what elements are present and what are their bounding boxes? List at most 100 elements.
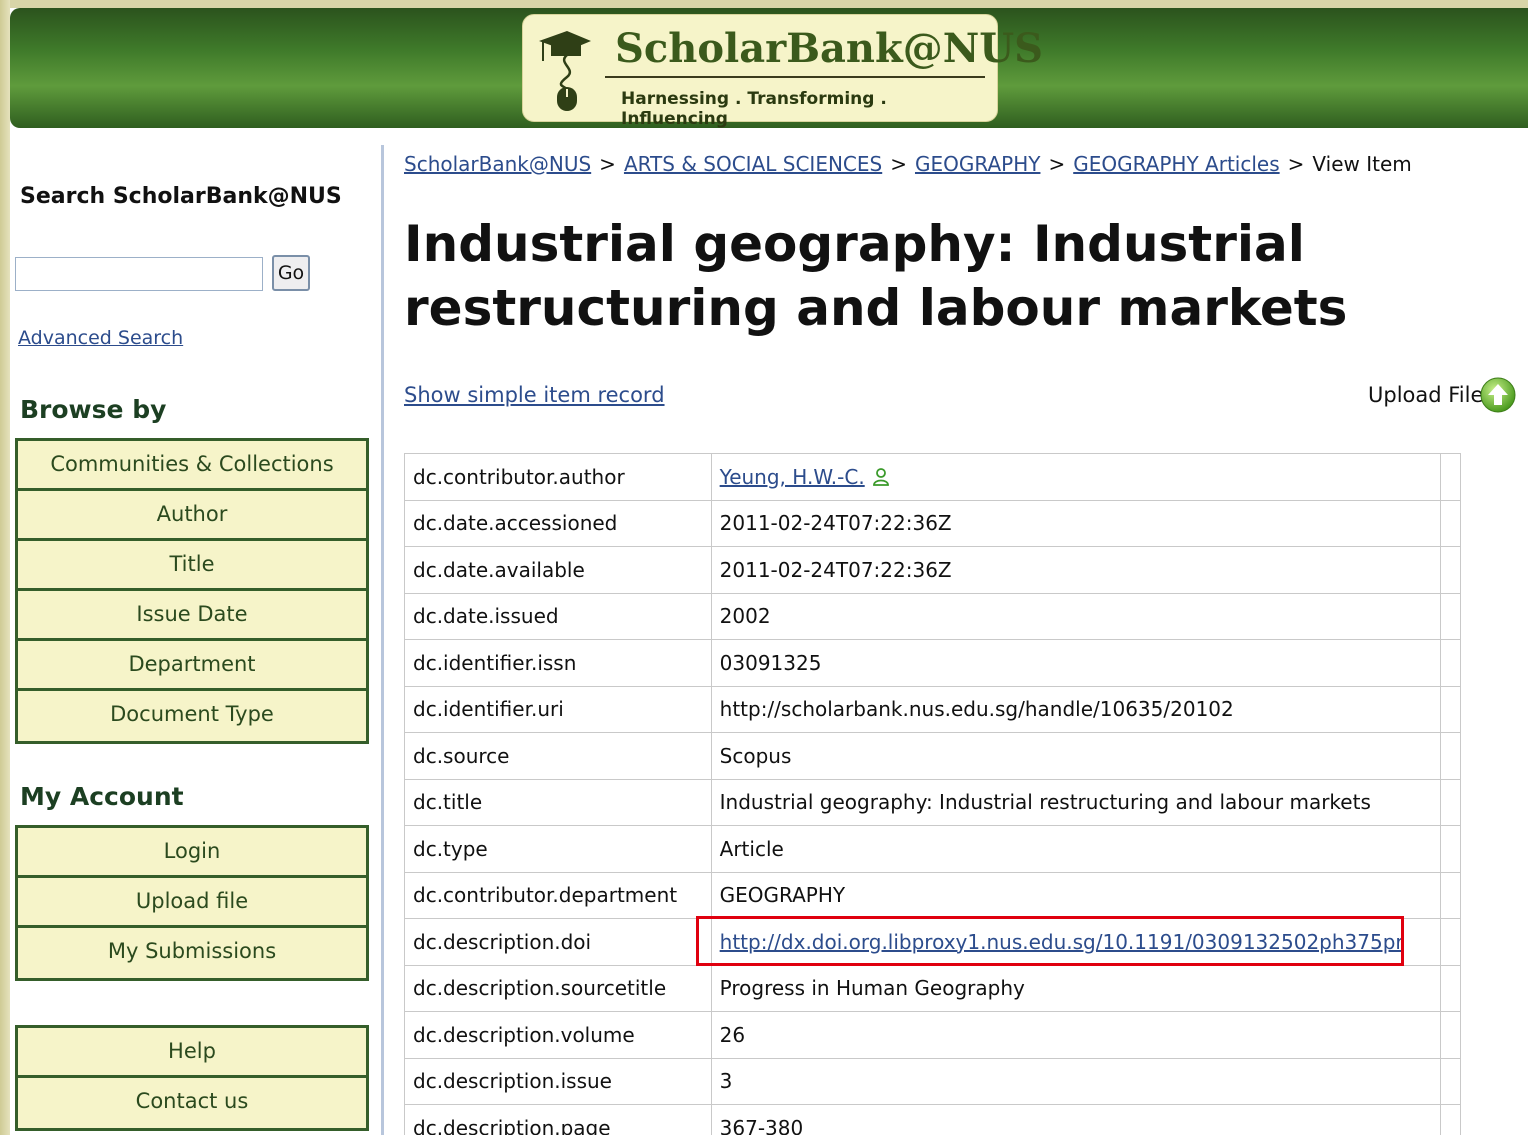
upload-file-label[interactable]: Upload File	[1368, 383, 1483, 407]
metadata-value: Scopus	[710, 732, 1442, 780]
metadata-value: http://scholarbank.nus.edu.sg/handle/106…	[710, 685, 1442, 733]
empty-cell	[1440, 546, 1461, 594]
metadata-value: Progress in Human Geography	[710, 964, 1442, 1012]
metadata-table: dc.contributor.author Yeung, H.W.-C. dc.…	[404, 453, 1461, 1135]
metadata-value: 2011-02-24T07:22:36Z	[710, 499, 1442, 547]
author-link[interactable]: Yeung, H.W.-C.	[720, 465, 865, 489]
browse-author[interactable]: Author	[18, 491, 366, 541]
table-row: dc.contributor.department GEOGRAPHY	[404, 871, 1461, 919]
metadata-key: dc.date.accessioned	[404, 499, 712, 547]
metadata-key: dc.contributor.author	[404, 453, 712, 501]
metadata-key: dc.description.sourcetitle	[404, 964, 712, 1012]
advanced-search-link[interactable]: Advanced Search	[18, 327, 183, 349]
graduation-cap-mouse-icon	[539, 31, 591, 111]
upload-file-link[interactable]: Upload file	[18, 878, 366, 928]
breadcrumb: ScholarBank@NUS > ARTS & SOCIAL SCIENCES > G…	[404, 152, 1412, 176]
empty-cell	[1440, 1104, 1461, 1135]
search-heading: Search ScholarBank@NUS	[20, 184, 342, 209]
table-row: dc.identifier.uri http://scholarbank.nus…	[404, 685, 1461, 733]
account-menu: Login Upload file My Submissions	[15, 825, 369, 981]
table-row: dc.title Industrial geography: Industria…	[404, 778, 1461, 826]
browse-department[interactable]: Department	[18, 641, 366, 691]
logo-title: ScholarBank@NUS	[615, 25, 1044, 72]
empty-cell	[1440, 499, 1461, 547]
browse-heading: Browse by	[20, 395, 167, 424]
help-link[interactable]: Help	[18, 1028, 366, 1078]
breadcrumb-home[interactable]: ScholarBank@NUS	[404, 152, 591, 176]
login-link[interactable]: Login	[18, 828, 366, 878]
empty-cell	[1440, 918, 1461, 966]
breadcrumb-current: View Item	[1312, 152, 1412, 176]
metadata-key: dc.description.doi	[404, 918, 712, 966]
metadata-key: dc.identifier.issn	[404, 639, 712, 687]
breadcrumb-arts-social-sciences[interactable]: ARTS & SOCIAL SCIENCES	[624, 152, 882, 176]
empty-cell	[1440, 685, 1461, 733]
metadata-value: Yeung, H.W.-C.	[710, 453, 1442, 501]
table-row: dc.description.issue 3	[404, 1057, 1461, 1105]
metadata-key: dc.type	[404, 825, 712, 873]
table-row: dc.date.available 2011-02-24T07:22:36Z	[404, 546, 1461, 594]
metadata-value: Article	[710, 825, 1442, 873]
search-input[interactable]	[15, 257, 263, 291]
person-icon[interactable]	[872, 467, 889, 486]
browse-issue-date[interactable]: Issue Date	[18, 591, 366, 641]
browse-title[interactable]: Title	[18, 541, 366, 591]
metadata-key: dc.description.issue	[404, 1057, 712, 1105]
page-title: Industrial geography: Industrial restruc…	[404, 215, 1348, 337]
breadcrumb-separator: >	[1048, 152, 1066, 176]
metadata-key: dc.identifier.uri	[404, 685, 712, 733]
metadata-key: dc.description.page	[404, 1104, 712, 1135]
help-menu: Help Contact us	[15, 1025, 369, 1131]
metadata-key: dc.date.issued	[404, 592, 712, 640]
metadata-key: dc.source	[404, 732, 712, 780]
breadcrumb-separator: >	[890, 152, 907, 176]
table-row: dc.identifier.issn 03091325	[404, 639, 1461, 687]
metadata-value: Industrial geography: Industrial restruc…	[710, 778, 1442, 826]
breadcrumb-separator: >	[1287, 152, 1305, 176]
slide-frame-top	[0, 0, 1528, 8]
empty-cell	[1440, 592, 1461, 640]
breadcrumb-geography-articles[interactable]: GEOGRAPHY Articles	[1073, 152, 1279, 176]
metadata-value: 26	[710, 1011, 1442, 1059]
metadata-key: dc.description.volume	[404, 1011, 712, 1059]
empty-cell	[1440, 964, 1461, 1012]
contact-us-link[interactable]: Contact us	[18, 1078, 366, 1128]
breadcrumb-separator: >	[599, 152, 616, 176]
browse-communities-collections[interactable]: Communities & Collections	[18, 441, 366, 491]
table-row: dc.description.sourcetitle Progress in H…	[404, 964, 1461, 1012]
empty-cell	[1440, 732, 1461, 780]
table-row: dc.source Scopus	[404, 732, 1461, 780]
slide-frame-left	[0, 0, 10, 1135]
metadata-value: GEOGRAPHY	[710, 871, 1442, 919]
table-row: dc.description.page 367-380	[404, 1104, 1461, 1135]
metadata-value: 03091325	[710, 639, 1442, 687]
empty-cell	[1440, 871, 1461, 919]
empty-cell	[1440, 1011, 1461, 1059]
metadata-value: 367-380	[710, 1104, 1442, 1135]
sidebar: Search ScholarBank@NUS Go Advanced Searc…	[10, 128, 382, 1135]
metadata-value: 3	[710, 1057, 1442, 1105]
table-row: dc.date.accessioned 2011-02-24T07:22:36Z	[404, 499, 1461, 547]
sidebar-divider	[381, 145, 384, 1135]
table-row: dc.contributor.author Yeung, H.W.-C.	[404, 453, 1461, 501]
empty-cell	[1440, 1057, 1461, 1105]
upload-arrow-icon[interactable]	[1480, 377, 1516, 413]
my-account-heading: My Account	[20, 782, 184, 811]
table-row: dc.type Article	[404, 825, 1461, 873]
metadata-value: 2002	[710, 592, 1442, 640]
empty-cell	[1440, 778, 1461, 826]
breadcrumb-geography[interactable]: GEOGRAPHY	[915, 152, 1040, 176]
table-row: dc.date.issued 2002	[404, 592, 1461, 640]
browse-document-type[interactable]: Document Type	[18, 691, 366, 741]
metadata-key: dc.contributor.department	[404, 871, 712, 919]
metadata-key: dc.title	[404, 778, 712, 826]
go-button[interactable]: Go	[272, 255, 310, 291]
logo-tagline: Harnessing . Transforming . Influencing	[621, 89, 887, 129]
table-row: dc.description.volume 26	[404, 1011, 1461, 1059]
show-simple-record-link[interactable]: Show simple item record	[404, 383, 665, 407]
empty-cell	[1440, 639, 1461, 687]
logo-divider	[605, 76, 985, 78]
my-submissions-link[interactable]: My Submissions	[18, 928, 366, 978]
browse-menu: Communities & Collections Author Title I…	[15, 438, 369, 744]
site-logo[interactable]: ScholarBank@NUS Harnessing . Transformin…	[522, 14, 1043, 129]
